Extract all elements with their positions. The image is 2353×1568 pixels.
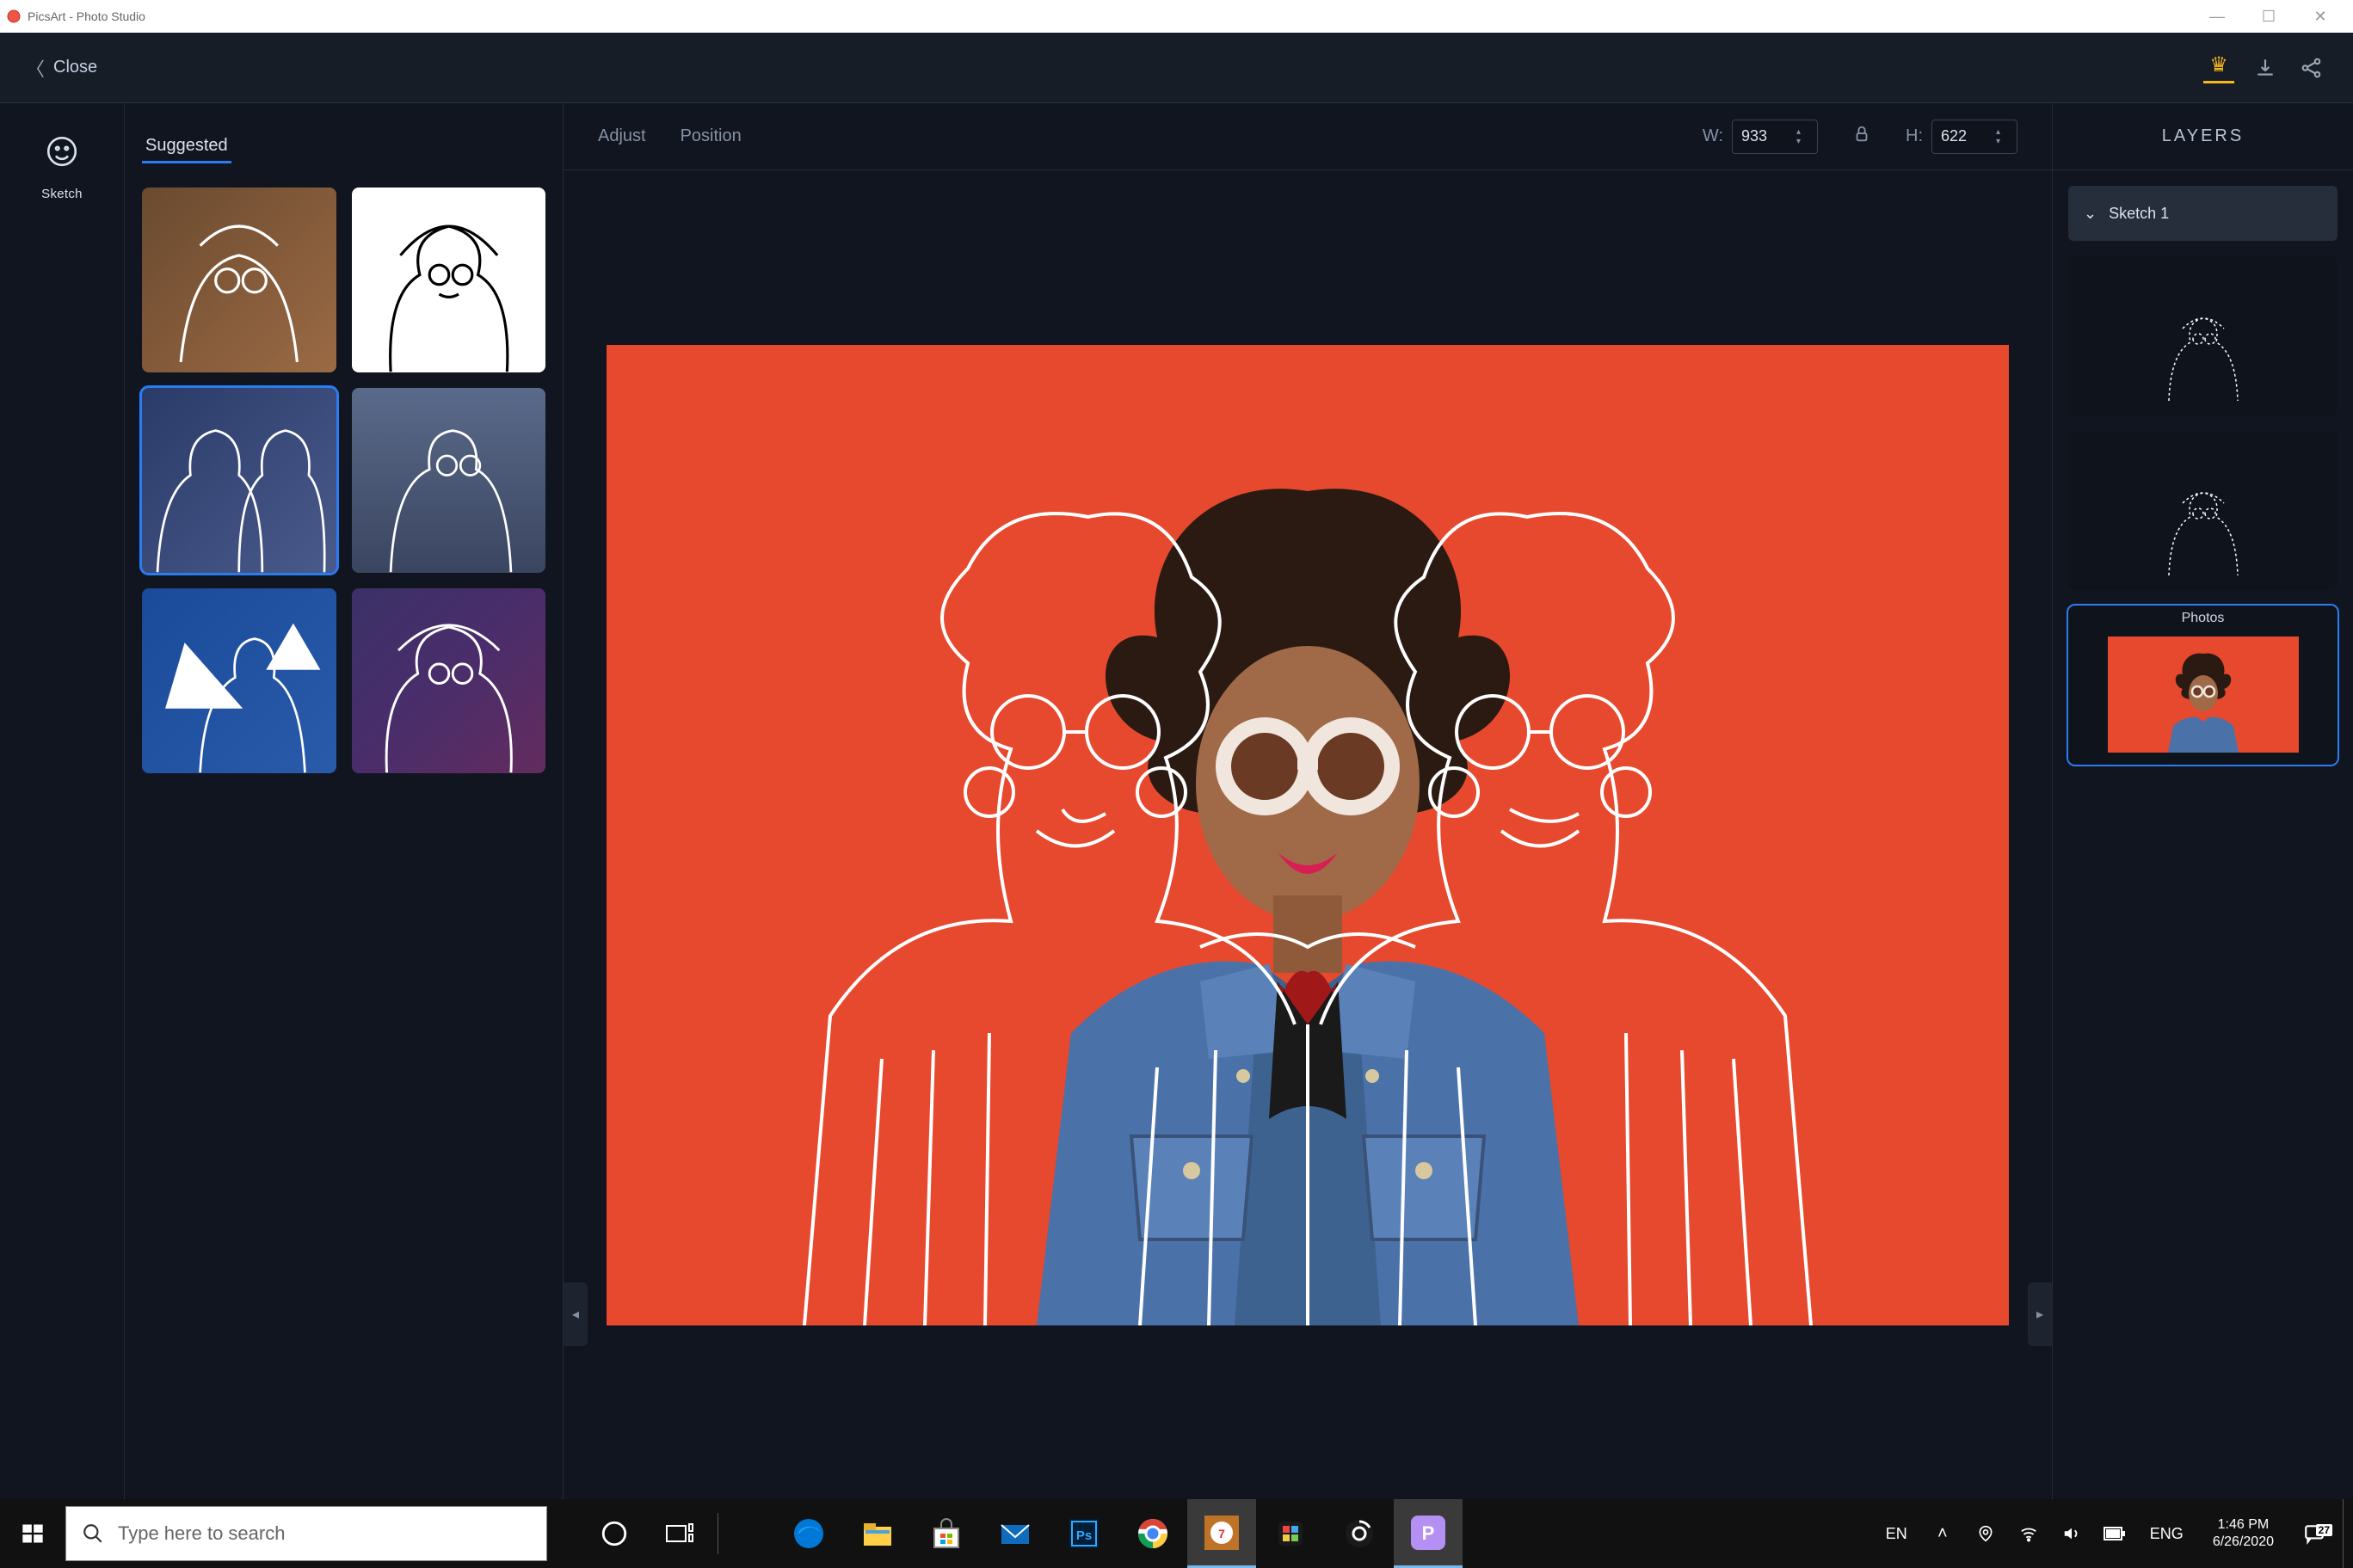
canvas-toolbar: Adjust Position W: 933 ▴▾ H: 622 ▴▾ bbox=[564, 103, 2052, 170]
app-icon-1[interactable]: 7 bbox=[1187, 1499, 1256, 1568]
suggested-tab[interactable]: Suggested bbox=[142, 131, 231, 163]
sketch-tool-icon[interactable] bbox=[0, 133, 124, 178]
sketch-tool-label: Sketch bbox=[0, 187, 124, 201]
battery-icon[interactable] bbox=[2097, 1527, 2133, 1540]
picsart-app-icon[interactable]: P bbox=[1394, 1499, 1463, 1568]
position-button[interactable]: Position bbox=[681, 126, 742, 146]
width-label: W: bbox=[1703, 126, 1723, 146]
notification-count: 27 bbox=[2316, 1524, 2332, 1536]
mail-app-icon[interactable] bbox=[981, 1499, 1050, 1568]
location-icon[interactable] bbox=[1968, 1525, 2004, 1542]
adjust-button[interactable]: Adjust bbox=[598, 126, 646, 146]
preset-thumb[interactable] bbox=[142, 588, 336, 773]
clock-time: 1:46 PM bbox=[2213, 1516, 2274, 1534]
maximize-button[interactable]: ☐ bbox=[2243, 0, 2294, 33]
svg-text:Ps: Ps bbox=[1076, 1528, 1092, 1543]
window-title: PicsArt - Photo Studio bbox=[28, 9, 145, 23]
svg-text:7: 7 bbox=[1218, 1527, 1225, 1540]
photoshop-app-icon[interactable]: Ps bbox=[1050, 1499, 1118, 1568]
window-titlebar: PicsArt - Photo Studio — ☐ ✕ bbox=[0, 0, 2353, 33]
explorer-app-icon[interactable] bbox=[843, 1499, 912, 1568]
taskbar-clock[interactable]: 1:46 PM 6/26/2020 bbox=[2201, 1516, 2286, 1551]
close-window-button[interactable]: ✕ bbox=[2294, 0, 2346, 33]
windows-taskbar: Type here to search Ps 7 P EN ˄ ENG 1:46… bbox=[0, 1499, 2353, 1568]
layers-panel: LAYERS ⌄ Sketch 1 Photos bbox=[2052, 103, 2353, 1499]
main-area: Sketch Suggested bbox=[0, 103, 2353, 1499]
store-app-icon[interactable] bbox=[912, 1499, 981, 1568]
main-canvas[interactable] bbox=[607, 345, 2009, 1325]
prev-arrow-button[interactable]: ◂ bbox=[564, 1282, 588, 1346]
wifi-icon[interactable] bbox=[2011, 1524, 2047, 1543]
close-label: Close bbox=[53, 58, 97, 77]
clock-date: 6/26/2020 bbox=[2213, 1534, 2274, 1551]
preset-thumb[interactable] bbox=[352, 588, 546, 773]
search-placeholder: Type here to search bbox=[118, 1522, 285, 1545]
layer-thumb-sketch-b[interactable] bbox=[2068, 431, 2338, 590]
app-topbar: 〈 Close ♛ bbox=[0, 33, 2353, 103]
layer-label: Photos bbox=[2068, 611, 2338, 626]
layers-title: LAYERS bbox=[2053, 103, 2353, 170]
input-lang1[interactable]: EN bbox=[1876, 1525, 1918, 1543]
canvas-stage: ◂ bbox=[564, 170, 2052, 1499]
share-icon[interactable] bbox=[2296, 52, 2327, 83]
layer-thumb-photos[interactable]: Photos bbox=[2068, 606, 2338, 765]
app-icon bbox=[7, 9, 21, 23]
download-icon[interactable] bbox=[2250, 52, 2281, 83]
chevron-left-icon: 〈 bbox=[26, 54, 45, 82]
volume-icon[interactable] bbox=[2054, 1524, 2090, 1543]
search-icon bbox=[82, 1522, 104, 1545]
suggested-panel: Suggested bbox=[125, 103, 564, 1499]
layer-row-sketch[interactable]: ⌄ Sketch 1 bbox=[2068, 186, 2338, 241]
taskbar-search[interactable]: Type here to search bbox=[65, 1506, 547, 1561]
canvas-column: Adjust Position W: 933 ▴▾ H: 622 ▴▾ bbox=[564, 103, 2052, 1499]
svg-text:P: P bbox=[1422, 1522, 1435, 1544]
preset-thumb[interactable] bbox=[352, 388, 546, 573]
layer-name: Sketch 1 bbox=[2109, 205, 2169, 223]
cortana-icon[interactable] bbox=[582, 1499, 647, 1568]
lock-aspect-icon[interactable] bbox=[1852, 125, 1871, 149]
preset-thumb[interactable] bbox=[142, 388, 336, 573]
task-view-icon[interactable] bbox=[647, 1499, 712, 1568]
width-value: 933 bbox=[1741, 127, 1767, 145]
width-input[interactable]: 933 ▴▾ bbox=[1732, 120, 1818, 154]
chevron-down-icon: ⌄ bbox=[2084, 205, 2097, 223]
preset-thumb[interactable] bbox=[142, 188, 336, 372]
height-label: H: bbox=[1906, 126, 1923, 146]
app-icon-3[interactable] bbox=[1325, 1499, 1394, 1568]
edge-app-icon[interactable] bbox=[774, 1499, 843, 1568]
close-button[interactable]: 〈 Close bbox=[26, 54, 97, 82]
width-control: W: 933 ▴▾ bbox=[1703, 120, 1818, 154]
show-desktop-button[interactable] bbox=[2343, 1499, 2353, 1568]
start-button[interactable] bbox=[0, 1499, 65, 1568]
tray-chevron-up-icon[interactable]: ˄ bbox=[1925, 1524, 1961, 1544]
stepper-icon[interactable]: ▴▾ bbox=[1796, 120, 1812, 153]
preset-thumb[interactable] bbox=[352, 188, 546, 372]
canvas-sketch-overlay bbox=[607, 345, 2009, 1325]
height-value: 622 bbox=[1941, 127, 1967, 145]
next-arrow-button[interactable]: ▸ bbox=[2028, 1282, 2052, 1346]
input-lang2[interactable]: ENG bbox=[2140, 1525, 2194, 1543]
app-icon-2[interactable] bbox=[1256, 1499, 1325, 1568]
stepper-icon[interactable]: ▴▾ bbox=[1996, 120, 2011, 153]
height-input[interactable]: 622 ▴▾ bbox=[1931, 120, 2017, 154]
preset-grid bbox=[142, 188, 545, 773]
chrome-app-icon[interactable] bbox=[1118, 1499, 1187, 1568]
action-center-icon[interactable]: 27 bbox=[2293, 1522, 2336, 1545]
layer-thumb-sketch-a[interactable] bbox=[2068, 256, 2338, 415]
minimize-button[interactable]: — bbox=[2191, 0, 2243, 33]
tool-strip: Sketch bbox=[0, 103, 125, 1499]
premium-crown-icon[interactable]: ♛ bbox=[2203, 52, 2234, 83]
height-control: H: 622 ▴▾ bbox=[1906, 120, 2017, 154]
